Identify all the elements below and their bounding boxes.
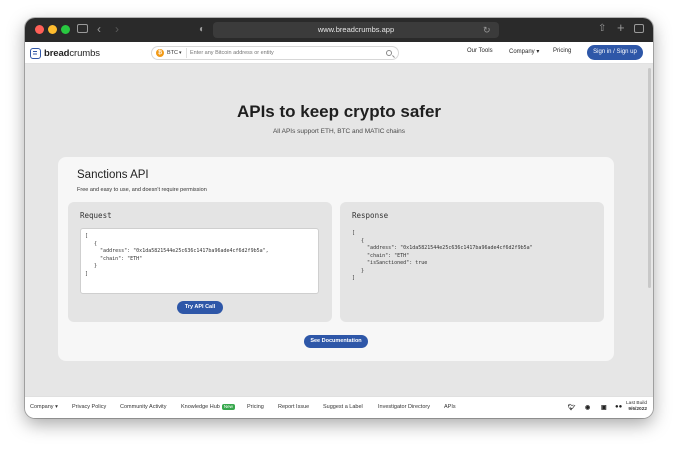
coin-selector[interactable]: ₿ BTC ▾ [155,48,187,58]
footer-apis[interactable]: APIs [444,404,456,410]
response-panel: Response [ { "address": "0x1da5821544e25… [340,202,604,322]
last-build-info: Last Build 9/6/2022 [626,401,647,413]
search-input[interactable] [190,47,380,59]
site-navbar: breadcrumbs ₿ BTC ▾ Our Tools Company ▾ … [25,42,653,64]
nav-company[interactable]: Company ▾ [509,48,539,55]
site-footer: Company ▾ Privacy Policy Community Activ… [25,396,653,418]
response-label: Response [352,211,389,220]
forward-icon[interactable]: › [115,23,119,35]
try-api-call-button[interactable]: Try API Call [177,301,223,314]
logo-text-bold: bread [44,47,70,59]
linkedin-icon[interactable]: ▣ [601,404,607,411]
address-search-bar: ₿ BTC ▾ [151,46,399,60]
footer-pricing[interactable]: Pricing [247,404,264,410]
browser-window: ‹ › ◐ www.breadcrumbs.app ↻ ⇧ + breadcru… [25,18,653,418]
nav-our-tools[interactable]: Our Tools [467,48,493,54]
minimize-window-button[interactable] [48,25,57,34]
footer-report-issue[interactable]: Report Issue [278,404,309,410]
footer-knowledge-hub[interactable]: Knowledge Hub New [181,404,235,410]
chevron-down-icon: ▾ [536,49,540,55]
nav-company-label: Company [509,49,535,55]
last-build-date: 9/6/2022 [628,407,648,412]
see-documentation-button[interactable]: See Documentation [304,335,368,348]
request-code: [ { "address": "0x1da5821544e25c636c1417… [85,233,269,277]
bitcoin-icon: ₿ [156,49,164,57]
back-icon[interactable]: ‹ [97,23,101,35]
request-panel: Request [ { "address": "0x1da5821544e25c… [68,202,332,322]
hero-subtitle: All APIs support ETH, BTC and MATIC chai… [272,128,406,135]
coin-label: BTC [167,50,178,56]
reload-icon[interactable]: ↻ [483,24,491,36]
twitter-icon[interactable]: 🐦︎ [568,404,576,411]
url-bar[interactable]: www.breadcrumbs.app [213,22,499,38]
close-window-button[interactable] [35,25,44,34]
discord-icon[interactable]: ◉ [585,404,590,411]
nav-pricing[interactable]: Pricing [553,48,571,54]
sanctions-api-card: Sanctions API Free and easy to use, and … [58,157,614,361]
sign-in-button[interactable]: Sign in / Sign up [587,45,643,60]
share-icon[interactable]: ⇧ [598,23,606,35]
breadcrumbs-logo[interactable]: breadcrumbs [30,46,100,60]
page-scrollbar[interactable] [648,68,651,288]
logo-text-light: crumbs [69,47,100,59]
hero-title: APIs to keep crypto safer [236,102,442,121]
footer-suggest-label[interactable]: Suggest a Label [323,404,363,410]
footer-privacy-policy[interactable]: Privacy Policy [72,404,106,410]
medium-icon[interactable]: ●● [615,404,622,410]
footer-community-activity[interactable]: Community Activity [120,404,166,410]
request-label: Request [80,211,112,220]
search-icon[interactable] [386,50,392,56]
zoom-window-button[interactable] [61,25,70,34]
request-code-editor[interactable]: [ { "address": "0x1da5821544e25c636c1417… [80,228,319,294]
card-description: Free and easy to use, and doesn't requir… [77,187,207,193]
chevron-down-icon: ▾ [179,50,182,56]
tabs-overview-icon[interactable] [634,24,644,33]
response-code: [ { "address": "0x1da5821544e25c636c1417… [352,230,533,281]
sidebar-icon[interactable] [77,24,88,33]
footer-company[interactable]: Company ▾ [30,404,58,410]
footer-knowledge-hub-label: Knowledge Hub [181,404,220,410]
title-bar: ‹ › ◐ www.breadcrumbs.app ↻ ⇧ + [25,18,653,42]
new-badge: New [221,404,235,410]
breadcrumbs-logo-icon [30,47,41,59]
footer-investigator-directory[interactable]: Investigator Directory [378,404,430,410]
privacy-shield-icon[interactable]: ◐ [199,24,205,36]
page-content: APIs to keep crypto safer All APIs suppo… [25,64,653,396]
new-tab-icon[interactable]: + [617,21,625,34]
card-title: Sanctions API [77,169,149,181]
